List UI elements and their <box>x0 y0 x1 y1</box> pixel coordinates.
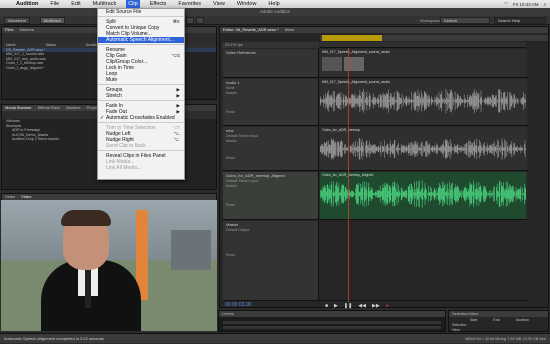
selection-row-label: Selection <box>452 323 467 327</box>
clip-menu-item[interactable]: Mute <box>98 77 184 83</box>
clock[interactable]: Fri 10:43 AM <box>513 2 539 7</box>
menu-item-label: Stretch <box>106 93 122 99</box>
play-icon[interactable]: ▶ <box>334 303 338 309</box>
tab-media-browser[interactable]: Media Browser <box>5 105 32 111</box>
sel-end-label: End <box>493 318 500 322</box>
clip-menu-item: Send Clip to Back <box>98 143 184 149</box>
workspace-select[interactable]: Default <box>440 17 490 24</box>
col-status[interactable]: Status <box>46 43 56 48</box>
track-audio-1[interactable]: Audio 1 None Master Read MM_017_Speech_A… <box>223 79 528 126</box>
menu-view[interactable]: View <box>211 0 227 8</box>
menu-file[interactable]: File <box>48 0 61 8</box>
clip-menu-item[interactable]: Stretch ▶ <box>98 93 184 99</box>
track-aligned[interactable]: Outro_for_ADR_meetup_Aligned Default Ste… <box>223 172 528 220</box>
rewind-icon[interactable]: ◀◀ <box>358 303 366 309</box>
track-output[interactable]: Default Output <box>223 228 318 233</box>
clip-label: MM_017_Speech_Alignment_source_audio <box>322 50 390 54</box>
menu-extras: ◠ Fri 10:43 AM ⌕ <box>504 0 546 8</box>
levels-title: Levels <box>219 311 445 317</box>
menu-shortcut: ▶ <box>176 93 180 98</box>
toolbar: Waveform Multitrack Workspace: Default S… <box>0 16 550 25</box>
tab-editor[interactable]: Editor: 06_Rewrite_ADR.sesx * <box>223 27 279 33</box>
view-row-label: View <box>452 328 460 332</box>
clip-menu-item[interactable]: Automatic Crossfades Enabled ✓ <box>98 115 184 121</box>
col-name[interactable]: Name <box>6 43 16 48</box>
menu-item-label: Send Clip to Back <box>106 143 146 149</box>
menu-clip[interactable]: Clip <box>126 0 140 8</box>
track-name[interactable]: Video Reference <box>223 49 318 56</box>
window-title: Adobe Audition <box>0 8 550 16</box>
track-new[interactable]: new Default Stereo Input Master Read Out… <box>223 127 528 171</box>
wifi-icon[interactable]: ◠ <box>504 1 508 7</box>
time-display: 00:00:03.00 <box>225 302 252 308</box>
video-preview <box>1 200 217 331</box>
waveform-aligned <box>320 180 526 208</box>
frame-rate: 23.976 fps <box>222 42 319 48</box>
track-master[interactable]: Master Default Output Read <box>223 221 528 301</box>
zoom-navigator[interactable] <box>322 35 382 41</box>
menu-app[interactable]: Audition <box>14 0 40 8</box>
multitrack-button[interactable]: Multitrack <box>40 17 66 24</box>
track-automation[interactable]: Read <box>223 156 318 161</box>
tab-markers[interactable]: Markers <box>66 105 80 111</box>
tab-effects-rack[interactable]: Effects Rack <box>38 105 60 111</box>
menu-multitrack[interactable]: Multitrack <box>91 0 119 8</box>
search-icon[interactable]: ⌕ <box>543 2 546 7</box>
waveform-audio-1 <box>320 88 526 114</box>
track-name[interactable]: Audio 1 <box>223 79 318 86</box>
clip-menu-item[interactable]: Automatic Speech Alignment... <box>98 37 184 43</box>
pause-icon[interactable]: ❚❚ <box>344 303 352 309</box>
clip-menu: Edit Source File Split ⌘K Convert to Unique… <box>97 8 185 180</box>
video-panel-header: Video Video <box>1 193 217 200</box>
tab-files[interactable]: Files <box>5 27 13 33</box>
menu-bar: Audition File Edit Multitrack Clip Effec… <box>0 0 550 8</box>
track-output[interactable]: Master <box>223 91 318 96</box>
workspace-label: Workspace: <box>420 18 442 23</box>
tab-markers[interactable]: Markers <box>19 27 33 33</box>
status-bar: Automatic Speech Alignment completed in … <box>0 333 550 343</box>
record-icon[interactable]: ● <box>386 303 389 309</box>
menu-edit[interactable]: Edit <box>69 0 82 8</box>
track-output[interactable]: Master <box>223 139 318 144</box>
stop-icon[interactable]: ■ <box>325 303 328 309</box>
selection-title: Selection/View <box>449 311 548 317</box>
track-automation[interactable]: Read <box>223 253 318 258</box>
waveform-button[interactable]: Waveform <box>4 17 31 24</box>
menu-help[interactable]: Help <box>266 0 281 8</box>
track-automation[interactable]: Read <box>223 203 318 208</box>
menu-window[interactable]: Window <box>235 0 259 8</box>
clip-menu-item: Link All Media... <box>98 165 184 171</box>
menu-item-label: Mute <box>106 77 118 83</box>
track-output[interactable]: Master <box>223 184 318 189</box>
playhead[interactable] <box>348 48 349 302</box>
track-name[interactable]: new <box>223 127 318 134</box>
sel-start-label: Start <box>470 318 478 322</box>
forward-icon[interactable]: ▶▶ <box>372 303 380 309</box>
sel-duration-label: Duration <box>515 318 529 322</box>
track-name[interactable]: Outro_for_ADR_meetup_Aligned <box>223 172 318 179</box>
menu-item-label: Automatic Speech Alignment... <box>106 37 175 43</box>
status-message: Automatic Speech Alignment completed in … <box>4 336 104 341</box>
menu-favorites[interactable]: Favorites <box>176 0 203 8</box>
transport-controls: ■ ▶ ❚❚ ◀◀ ▶▶ ● <box>325 303 389 309</box>
levels-panel: Levels <box>218 310 446 332</box>
waveform-new <box>320 138 526 160</box>
menu-item-label: Link All Media... <box>106 165 142 171</box>
menu-item-label: Automatic Crossfades Enabled <box>106 115 175 121</box>
tool-move-icon[interactable] <box>186 17 194 24</box>
clip-label: MM_017_Speech_Alignment_source_audio <box>322 80 390 84</box>
selection-view-panel: Selection/View Start End Duration Select… <box>448 310 549 332</box>
track-automation[interactable]: Read <box>223 110 318 115</box>
track-name[interactable]: Master <box>223 221 318 228</box>
time-ruler[interactable] <box>320 42 526 48</box>
tab-mixer[interactable]: Mixer <box>285 27 295 33</box>
tool-razor-icon[interactable] <box>196 17 204 24</box>
clip-menu-item[interactable]: Edit Source File <box>98 9 184 15</box>
clip-label: Outro_for_ADR_meetup <box>322 128 360 132</box>
menu-effects[interactable]: Effects <box>148 0 169 8</box>
menu-item-label: Edit Source File <box>106 9 142 15</box>
track-video-reference[interactable]: Video Reference MM_017_Speech_Alignment_… <box>223 49 528 78</box>
search-help-input[interactable]: Search Help <box>494 17 546 24</box>
checkmark-icon: ✓ <box>100 115 105 121</box>
